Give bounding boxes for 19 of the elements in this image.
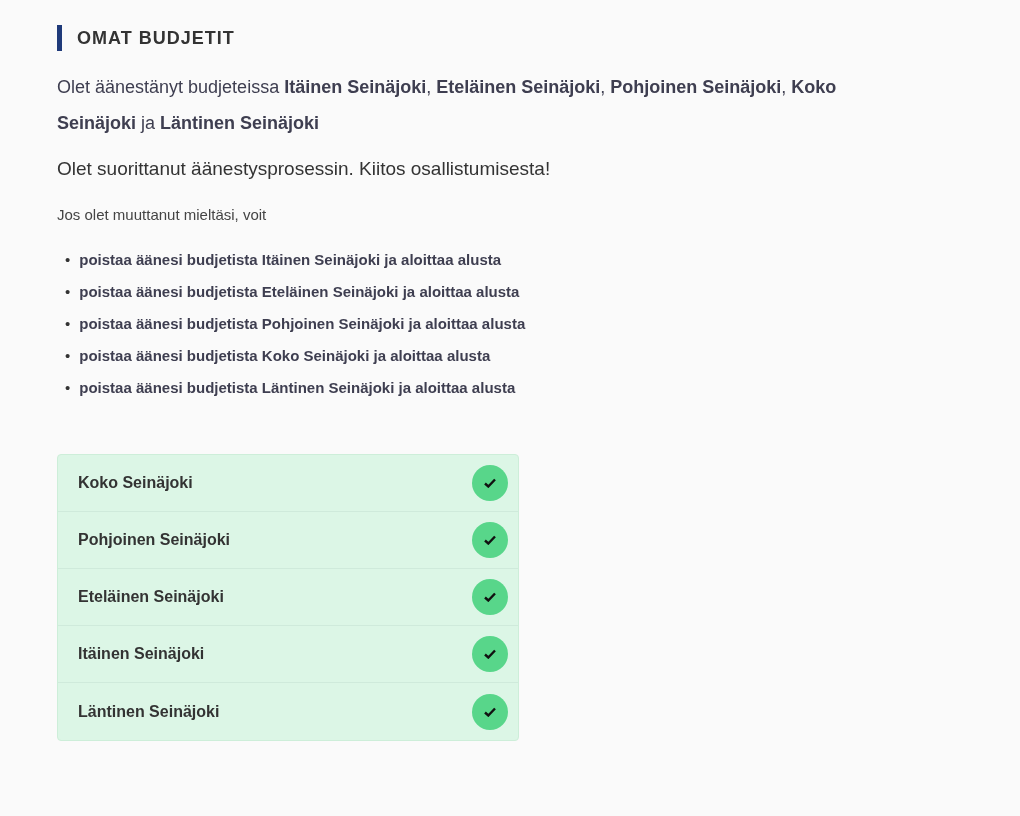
bullet: • xyxy=(65,314,71,334)
voted-budgets-text: Olet äänestänyt budjeteissa Itäinen Seinäjoki, Eteläinen Seinäjoki, Pohjoinen Seinäjoki, Koko Seinäjoki ja Läntinen Seinäjoki xyxy=(57,76,838,135)
remove-vote-link[interactable]: poistaa äänesi budjetista Pohjoinen Seinäjoki ja aloittaa alusta xyxy=(79,308,526,340)
completion-message: Olet suorittanut äänestysprosessin. Kiitos osallistumisesta! xyxy=(57,157,552,181)
remove-vote-link[interactable]: poistaa äänesi budjetista Eteläinen Seinäjoki ja aloittaa alusta xyxy=(79,276,520,308)
bullet: • xyxy=(65,346,71,366)
change-mind-text: Jos olet muuttanut mieltäsi, voit xyxy=(57,204,268,225)
budget-name: Itäinen Seinäjoki xyxy=(78,644,205,664)
remove-vote-link[interactable]: poistaa äänesi budjetista Itäinen Seinäjoki ja aloittaa alusta xyxy=(79,244,502,276)
bullet: • xyxy=(65,378,71,398)
budget-name: Eteläinen Seinäjoki xyxy=(78,587,224,607)
budget-name: Pohjoinen Seinäjoki xyxy=(78,530,231,550)
section-heading: OMAT BUDJETIT xyxy=(57,25,980,51)
bullet: • xyxy=(65,282,71,302)
remove-vote-link[interactable]: poistaa äänesi budjetista Koko Seinäjoki ja aloittaa alusta xyxy=(79,340,491,372)
budget-name: Läntinen Seinäjoki xyxy=(78,701,220,722)
remove-vote-link[interactable]: poistaa äänesi budjetista Läntinen Seinäjoki ja aloittaa alusta xyxy=(79,372,516,404)
bullet: • xyxy=(65,250,71,270)
budget-name: Koko Seinäjoki xyxy=(78,473,193,493)
